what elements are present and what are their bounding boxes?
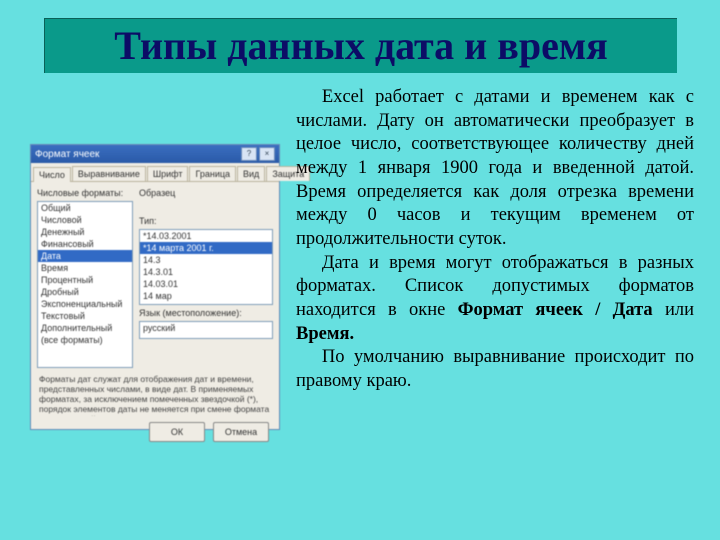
dialog-tabs: Число Выравнивание Шрифт Граница Вид Защ… — [31, 163, 279, 182]
list-item[interactable]: Дробный — [38, 286, 132, 298]
dialog-title: Формат ячеек — [35, 149, 99, 160]
list-item[interactable]: Денежный — [38, 226, 132, 238]
list-item[interactable]: *14.03.2001 — [140, 230, 272, 242]
list-item[interactable]: Время — [38, 262, 132, 274]
paragraph-3: По умолчанию выравнивание про­исходит по… — [296, 346, 694, 393]
categories-label: Числовые форматы: — [37, 188, 133, 198]
time-bold: Время. — [296, 324, 354, 344]
help-icon[interactable]: ? — [241, 147, 257, 161]
list-item[interactable]: Текстовый — [38, 310, 132, 322]
paragraph-2: Дата и время могут отображаться в разных… — [296, 252, 694, 347]
slide-title: Типы данных дата и время — [45, 19, 677, 73]
dialog-description: Форматы дат служат для отображения дат и… — [31, 374, 279, 416]
tab-view[interactable]: Вид — [237, 166, 265, 181]
list-item[interactable]: Дополнительный — [38, 322, 132, 334]
list-item[interactable]: Числовой — [38, 214, 132, 226]
list-item[interactable]: Экспоненциальный — [38, 298, 132, 310]
list-item[interactable]: 14 мар — [140, 290, 272, 302]
tab-border[interactable]: Граница — [189, 166, 236, 181]
list-item[interactable]: (все форматы) — [38, 334, 132, 346]
lang-select[interactable]: русский — [139, 321, 273, 339]
list-item[interactable]: 14.3.01 — [140, 266, 272, 278]
format-cells-dialog: Формат ячеек ? × Число Выравнивание Шриф… — [30, 144, 280, 430]
ok-button[interactable]: ОК — [149, 422, 205, 442]
category-list[interactable]: Общий Числовой Денежный Финансовый Дата … — [37, 201, 133, 368]
format-cells-date: Формат ячеек / Дата — [458, 300, 653, 320]
type-list[interactable]: *14.03.2001 *14 марта 2001 г. 14.3 14.3.… — [139, 229, 273, 305]
sample-label: Образец — [139, 188, 273, 198]
tab-font[interactable]: Шрифт — [147, 166, 189, 181]
dialog-titlebar[interactable]: Формат ячеек ? × — [31, 145, 279, 163]
tab-alignment[interactable]: Выравнивание — [72, 166, 146, 181]
lang-label: Язык (местоположение): — [139, 308, 273, 318]
type-label: Тип: — [139, 216, 273, 226]
title-bar: Типы данных дата и время — [44, 18, 677, 73]
list-item[interactable]: 14.03.01 — [140, 278, 272, 290]
cancel-button[interactable]: Отмена — [213, 422, 269, 442]
list-item[interactable]: *14 марта 2001 г. — [140, 242, 272, 254]
list-item[interactable]: Дата — [38, 250, 132, 262]
paragraph-1: Excel работает с датами и временем как с… — [296, 86, 694, 252]
list-item[interactable]: Процентный — [38, 274, 132, 286]
list-item[interactable]: Финансовый — [38, 238, 132, 250]
body-text: Excel работает с датами и временем как с… — [296, 86, 694, 394]
list-item[interactable]: Общий — [38, 202, 132, 214]
list-item[interactable]: 14.3 — [140, 254, 272, 266]
tab-number[interactable]: Число — [33, 167, 71, 182]
close-icon[interactable]: × — [259, 147, 275, 161]
